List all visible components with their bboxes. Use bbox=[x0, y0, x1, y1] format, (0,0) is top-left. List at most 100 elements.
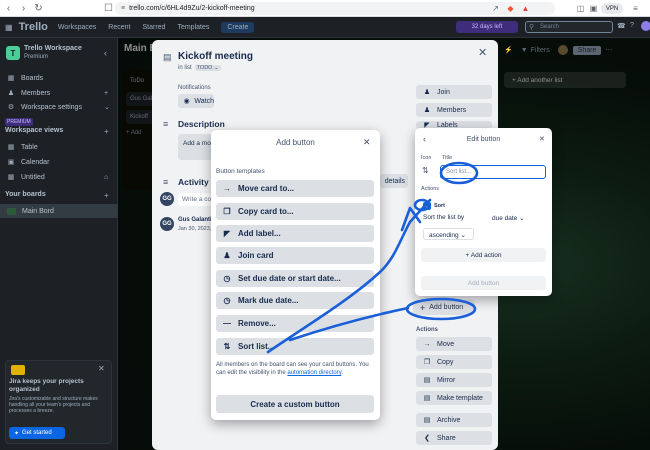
automation-icon[interactable]: ⚡ bbox=[504, 46, 513, 54]
get-started-button[interactable]: ✦ Get started bbox=[9, 427, 65, 439]
promo-title: Jira keeps your projects organized bbox=[9, 378, 84, 393]
template-label: Set due date or start date... bbox=[238, 274, 341, 283]
sort-order-select[interactable]: ascending ⌄ bbox=[423, 228, 474, 240]
activity-date[interactable]: Jan 30, 2023, bbox=[178, 226, 211, 232]
list-selector[interactable]: TODO ⌄ bbox=[194, 65, 221, 71]
sidebar-toggle-icon[interactable]: ◫ bbox=[575, 3, 586, 14]
show-details-button[interactable]: details bbox=[380, 174, 408, 188]
menu-icon[interactable]: ≡ bbox=[630, 3, 641, 14]
wallet-icon[interactable]: ▣ bbox=[588, 3, 599, 14]
sort-field-select[interactable]: due date ⌄ bbox=[488, 212, 530, 224]
copy-button[interactable]: ❐ Copy bbox=[416, 355, 492, 369]
filter-icon[interactable]: ▼ bbox=[521, 47, 528, 54]
filters-button[interactable]: Filters bbox=[531, 47, 550, 54]
watch-button[interactable]: ◉ Watch bbox=[178, 94, 214, 108]
template-move-card[interactable]: → Move card to... bbox=[216, 180, 374, 197]
share-button[interactable]: ❮ Share bbox=[416, 431, 492, 445]
workspace-name[interactable]: Trello Workspace bbox=[24, 45, 82, 52]
members-label: Members bbox=[437, 106, 467, 114]
bookmark-icon[interactable]: ☐ bbox=[102, 2, 115, 15]
back-icon[interactable]: ‹ bbox=[2, 2, 15, 15]
help-icon[interactable]: ? bbox=[630, 22, 634, 29]
make-template-button[interactable]: ▤ Make template bbox=[416, 391, 492, 405]
sidebar-item-boards[interactable]: ▦ Boards bbox=[0, 71, 118, 85]
template-sort-list[interactable]: ⇅ Sort list... bbox=[216, 338, 374, 355]
close-icon[interactable]: ✕ bbox=[539, 135, 545, 143]
menu-templates[interactable]: Templates bbox=[177, 24, 209, 31]
create-custom-button[interactable]: Create a custom button bbox=[216, 395, 374, 413]
mirror-button[interactable]: ▤ Mirror bbox=[416, 373, 492, 387]
premium-tag: PREMIUM bbox=[5, 118, 33, 126]
comment-input[interactable]: Write a co bbox=[178, 193, 212, 206]
share-board-button[interactable]: Share bbox=[572, 45, 602, 55]
avatar[interactable] bbox=[641, 21, 650, 31]
move-button[interactable]: → Move bbox=[416, 337, 492, 351]
collapse-sidebar-icon[interactable]: ‹ bbox=[104, 48, 107, 58]
person-icon: ♟ bbox=[423, 107, 431, 114]
brave-shield-icon[interactable]: ◆ bbox=[505, 3, 516, 14]
template-add-label[interactable]: ◤ Add label... bbox=[216, 225, 374, 242]
site-info-icon[interactable]: ≡ bbox=[121, 5, 125, 12]
vpn-button[interactable]: VPN bbox=[601, 3, 623, 14]
forward-icon[interactable]: › bbox=[17, 2, 30, 15]
add-button-button[interactable]: + Add button bbox=[413, 300, 475, 315]
actions-label: Actions bbox=[421, 186, 440, 192]
address-bar[interactable]: ≡ trello.com/c/6HL4d9Zu/2-kickoff-meetin… bbox=[115, 2, 555, 15]
card-list-info: in list TODO ⌄ bbox=[178, 65, 221, 71]
archive-button[interactable]: ▤ Archive bbox=[416, 413, 492, 427]
reload-icon[interactable]: ↻ bbox=[32, 2, 45, 15]
add-action-button[interactable]: + Add action bbox=[421, 248, 546, 262]
sidebar-item-settings[interactable]: ⚙ Workspace settings ⌄ bbox=[0, 100, 118, 114]
add-view-icon[interactable]: + bbox=[104, 127, 109, 136]
template-label: Move card to... bbox=[238, 184, 295, 193]
join-button[interactable]: ♟ Join bbox=[416, 85, 492, 99]
template-remove[interactable]: — Remove... bbox=[216, 315, 374, 332]
button-title-input[interactable]: Sort list... bbox=[440, 165, 546, 179]
trello-logo[interactable]: Trello bbox=[19, 21, 48, 33]
create-button[interactable]: Create bbox=[221, 21, 255, 33]
sidebar-item-table[interactable]: ▦ Table bbox=[0, 140, 118, 154]
search-input[interactable]: Search bbox=[525, 21, 613, 33]
chevron-down-icon: ⌄ bbox=[519, 215, 525, 222]
action-tag: Sort bbox=[434, 203, 445, 209]
template-set-due-date[interactable]: ◷ Set due date or start date... bbox=[216, 270, 374, 287]
members-button[interactable]: ♟ Members bbox=[416, 103, 492, 117]
template-join-card[interactable]: ♟ Join card bbox=[216, 247, 374, 264]
avatar[interactable]: GG bbox=[160, 192, 174, 206]
menu-recent[interactable]: Recent bbox=[108, 24, 130, 31]
share-page-icon[interactable]: ↗ bbox=[490, 3, 501, 14]
notifications-icon[interactable]: ☎ bbox=[617, 22, 626, 30]
template-copy-card[interactable]: ❐ Copy card to... bbox=[216, 203, 374, 220]
sidebar-item-members[interactable]: ♟ Members + bbox=[0, 86, 118, 100]
add-member-icon[interactable]: + bbox=[104, 90, 108, 97]
copy-icon: ❐ bbox=[423, 359, 431, 366]
edit-button-popover: ‹ Edit button ✕ Icon Title ⇅ Sort list..… bbox=[415, 128, 552, 296]
template-mark-due-date[interactable]: ◷ Mark due date... bbox=[216, 292, 374, 309]
member-avatar[interactable] bbox=[557, 45, 568, 55]
add-button-submit[interactable]: Add button bbox=[421, 276, 546, 290]
close-icon[interactable]: ✕ bbox=[363, 137, 371, 148]
expand-icon[interactable]: ⌄ bbox=[423, 202, 431, 210]
sidebar-item-main-bord[interactable]: Main Bord bbox=[0, 204, 118, 218]
action-label: Copy bbox=[437, 358, 454, 366]
app-switcher-icon[interactable]: ▦ bbox=[5, 23, 13, 32]
sidebar-item-calendar[interactable]: ▣ Calendar bbox=[0, 155, 118, 169]
close-icon[interactable]: ✕ bbox=[478, 46, 487, 59]
add-board-icon[interactable]: + bbox=[104, 191, 109, 200]
more-icon[interactable]: ⋯ bbox=[605, 46, 612, 54]
activity-user[interactable]: Gus Galanti bbox=[178, 217, 212, 223]
sort-icon[interactable]: ⇅ bbox=[422, 166, 429, 175]
trial-badge[interactable]: 32 days left bbox=[456, 21, 518, 33]
menu-starred[interactable]: Starred bbox=[142, 24, 165, 31]
sidebar-item-untitled[interactable]: ▦ Untitled ⌂ bbox=[0, 170, 118, 184]
mirror-icon: ▤ bbox=[423, 377, 431, 384]
description-heading: Description bbox=[178, 119, 225, 129]
menu-workspaces[interactable]: Workspaces bbox=[58, 24, 96, 31]
visibility-note: All members on the board can see your ca… bbox=[216, 361, 376, 377]
copy-icon: ❐ bbox=[223, 207, 231, 216]
brave-rewards-icon[interactable]: ▲ bbox=[520, 3, 531, 14]
close-icon[interactable]: ✕ bbox=[98, 364, 105, 373]
automation-directory-link[interactable]: automation directory bbox=[287, 370, 341, 376]
card-title[interactable]: Kickoff meeting bbox=[178, 51, 253, 62]
avatar[interactable]: GG bbox=[160, 217, 174, 231]
